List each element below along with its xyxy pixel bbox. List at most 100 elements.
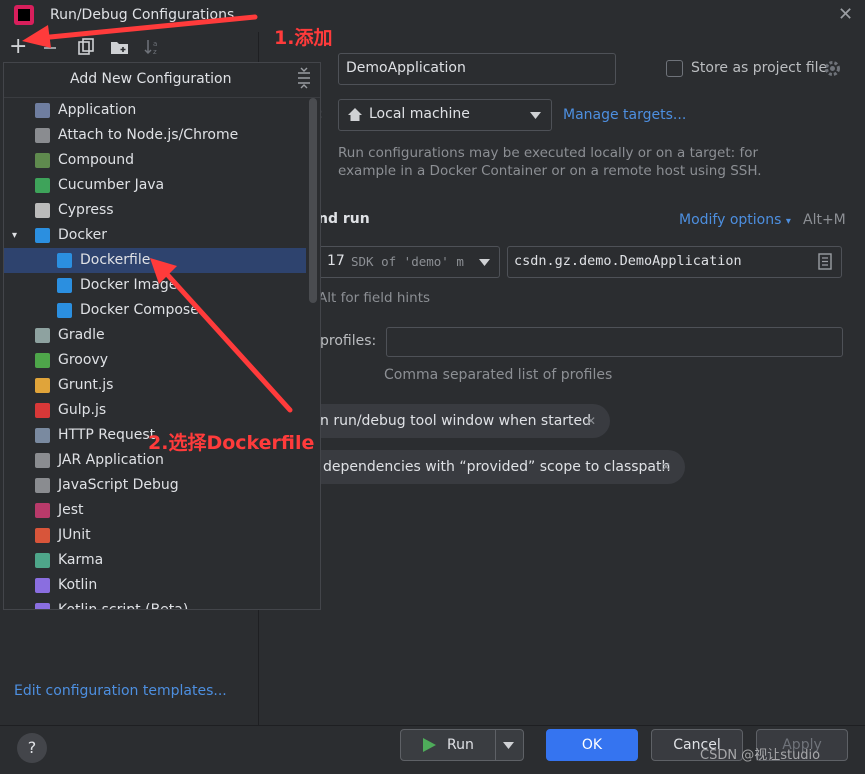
docker-icon bbox=[35, 228, 50, 243]
popup-scrollbar[interactable] bbox=[309, 98, 317, 303]
sort-icon[interactable]: az bbox=[144, 38, 162, 56]
docker-icon bbox=[57, 278, 72, 293]
gradle-icon bbox=[35, 328, 50, 343]
provided-scope-option[interactable]: dependencies with “provided” scope to cl… bbox=[300, 450, 685, 484]
name-value: DemoApplication bbox=[346, 60, 466, 76]
config-item[interactable]: Kotlin script (Beta) bbox=[4, 598, 306, 609]
config-item-label: Docker Image bbox=[80, 277, 178, 293]
config-item[interactable]: Attach to Node.js/Chrome bbox=[4, 123, 306, 148]
config-item[interactable]: Kotlin bbox=[4, 573, 306, 598]
name-field[interactable]: DemoApplication bbox=[338, 53, 616, 85]
config-item[interactable]: Cucumber Java bbox=[4, 173, 306, 198]
config-item[interactable]: Groovy bbox=[4, 348, 306, 373]
profiles-label: profiles: bbox=[320, 333, 377, 349]
remove-option-icon[interactable]: ✕ bbox=[661, 450, 671, 484]
docker-icon bbox=[57, 253, 72, 268]
window-title: Run/Debug Configurations bbox=[50, 7, 235, 23]
config-item[interactable]: Application bbox=[4, 98, 306, 123]
compound-icon bbox=[35, 153, 50, 168]
help-button[interactable]: ? bbox=[17, 733, 47, 763]
config-item-label: Gulp.js bbox=[58, 402, 107, 418]
modify-options-shortcut: Alt+M bbox=[803, 212, 846, 228]
config-item[interactable]: Docker Compose bbox=[4, 298, 306, 323]
config-item[interactable]: Cypress bbox=[4, 198, 306, 223]
remove-icon[interactable] bbox=[42, 40, 58, 56]
manage-targets-link[interactable]: Manage targets... bbox=[563, 107, 686, 123]
annotation-step2: 2.选择Dockerfile bbox=[148, 432, 315, 454]
profiles-field[interactable] bbox=[386, 327, 843, 357]
browse-class-icon[interactable] bbox=[818, 253, 832, 270]
run-button[interactable]: Run bbox=[401, 730, 495, 760]
config-item[interactable]: Gradle bbox=[4, 323, 306, 348]
config-item-label: Karma bbox=[58, 552, 104, 568]
config-item[interactable]: JavaScript Debug bbox=[4, 473, 306, 498]
modify-options-link[interactable]: Modify options ▾ bbox=[679, 212, 791, 228]
close-icon[interactable]: ✕ bbox=[838, 4, 853, 25]
play-icon bbox=[423, 738, 436, 752]
config-item[interactable]: JUnit bbox=[4, 523, 306, 548]
jdk-hint: SDK of 'demo' m bbox=[351, 254, 464, 269]
target-select[interactable]: Local machine bbox=[338, 99, 552, 131]
run-button-group: Run bbox=[400, 729, 524, 761]
collapse-all-icon[interactable] bbox=[296, 67, 312, 89]
jdk-version: 17 bbox=[327, 253, 345, 269]
config-item[interactable]: ▾ Docker bbox=[4, 223, 306, 248]
config-item[interactable]: Jest bbox=[4, 498, 306, 523]
chevron-down-icon bbox=[530, 112, 541, 119]
config-item-label: Docker bbox=[58, 227, 108, 243]
chevron-down-icon[interactable]: ▾ bbox=[12, 223, 17, 248]
run-divider bbox=[495, 730, 496, 760]
docker-icon bbox=[57, 303, 72, 318]
remove-option-icon[interactable]: ✕ bbox=[586, 404, 596, 438]
add-icon[interactable]: + bbox=[9, 34, 27, 59]
config-item-label: Kotlin bbox=[58, 577, 98, 593]
config-item[interactable]: Gulp.js bbox=[4, 398, 306, 423]
config-item-label: Compound bbox=[58, 152, 135, 168]
junit-icon bbox=[35, 528, 50, 543]
store-project-checkbox[interactable] bbox=[666, 60, 683, 77]
home-icon bbox=[348, 108, 362, 121]
config-item-label: Cypress bbox=[58, 202, 114, 218]
groovy-icon bbox=[35, 353, 50, 368]
config-item-label: Attach to Node.js/Chrome bbox=[58, 127, 239, 143]
jdk-select[interactable]: 17 SDK of 'demo' m bbox=[318, 246, 500, 278]
application-icon bbox=[35, 103, 50, 118]
config-item-label: Gradle bbox=[58, 327, 105, 343]
dialog-footer: ? Run OK Cancel Apply CSDN @视让studio bbox=[0, 725, 865, 774]
grunt-icon bbox=[35, 378, 50, 393]
cucumber-icon bbox=[35, 178, 50, 193]
popup-header: Add New Configuration bbox=[4, 63, 320, 98]
jar-icon bbox=[35, 453, 50, 468]
watermark: CSDN @视让studio bbox=[700, 748, 821, 763]
config-item[interactable]: Docker Image bbox=[4, 273, 306, 298]
gulp-icon bbox=[35, 403, 50, 418]
config-item-label: Dockerfile bbox=[80, 252, 151, 268]
main-class-value: csdn.gz.demo.DemoApplication bbox=[514, 253, 742, 269]
config-item[interactable]: Compound bbox=[4, 148, 306, 173]
config-item[interactable]: Dockerfile bbox=[4, 248, 306, 273]
jest-icon bbox=[35, 503, 50, 518]
ok-button[interactable]: OK bbox=[546, 729, 638, 761]
modify-options-label: Modify options bbox=[679, 212, 782, 228]
chevron-down-icon[interactable] bbox=[503, 742, 514, 749]
nodejs-icon bbox=[35, 128, 50, 143]
svg-text:z: z bbox=[153, 48, 157, 56]
store-project-label: Store as project file bbox=[691, 60, 828, 76]
provided-scope-label: dependencies with “provided” scope to cl… bbox=[323, 459, 671, 475]
karma-icon bbox=[35, 553, 50, 568]
new-folder-icon[interactable] bbox=[110, 38, 130, 56]
annotation-step1: 1.添加 bbox=[274, 27, 333, 49]
main-class-field[interactable]: csdn.gz.demo.DemoApplication bbox=[507, 246, 842, 278]
title-bar: Run/Debug Configurations ✕ bbox=[0, 0, 865, 32]
cypress-icon bbox=[35, 203, 50, 218]
copy-icon[interactable] bbox=[77, 38, 95, 56]
popup-title: Add New Configuration bbox=[70, 71, 232, 87]
edit-templates-link[interactable]: Edit configuration templates... bbox=[14, 683, 227, 699]
target-info-line2: example in a Docker Container or on a re… bbox=[338, 163, 762, 179]
config-item[interactable]: Karma bbox=[4, 548, 306, 573]
config-item-label: Application bbox=[58, 102, 137, 118]
target-info-line1: Run configurations may be executed local… bbox=[338, 145, 759, 161]
gear-icon[interactable] bbox=[824, 60, 841, 77]
config-item[interactable]: Grunt.js bbox=[4, 373, 306, 398]
open-tool-window-option[interactable]: n run/debug tool window when started ✕ bbox=[300, 404, 610, 438]
